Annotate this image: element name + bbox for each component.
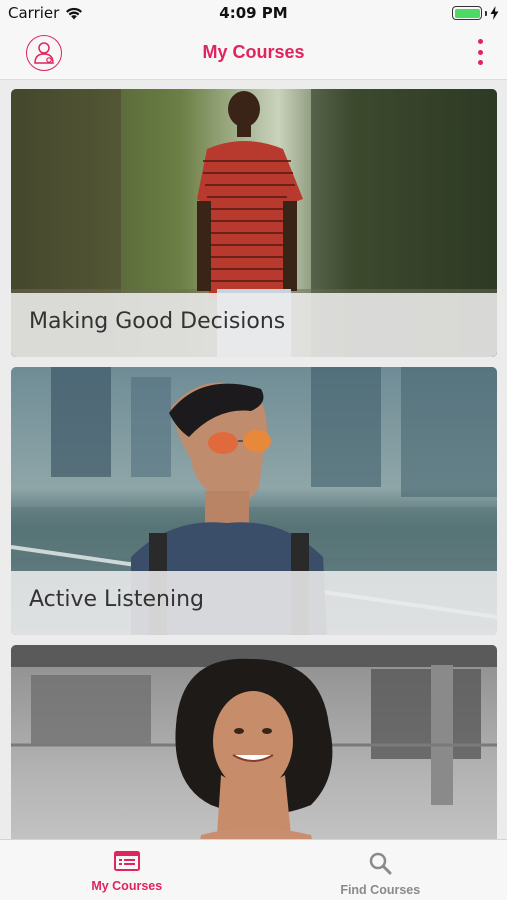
course-card[interactable] xyxy=(11,645,497,839)
battery-icon xyxy=(452,6,482,20)
tab-my-courses[interactable]: My Courses xyxy=(0,840,254,900)
search-icon xyxy=(370,852,392,875)
tab-label: Find Courses xyxy=(340,883,421,897)
page-title: My Courses xyxy=(202,42,305,62)
course-title-bar: Active Listening xyxy=(11,571,497,635)
tab-find-courses[interactable]: Find Courses xyxy=(254,840,507,900)
course-photo xyxy=(11,645,497,839)
more-options-button[interactable] xyxy=(475,39,485,65)
course-title: Making Good Decisions xyxy=(29,309,286,334)
course-title-bar: Making Good Decisions xyxy=(11,293,497,357)
clock: 4:09 PM xyxy=(219,4,288,22)
tab-label: My Courses xyxy=(91,879,163,893)
charging-bolt-icon xyxy=(490,6,499,20)
courses-list-icon xyxy=(113,851,140,871)
tab-bar: My Courses Find Courses xyxy=(0,839,507,900)
status-bar: Carrier 4:09 PM xyxy=(0,0,507,28)
course-title: Active Listening xyxy=(29,587,205,612)
course-card[interactable]: Active Listening xyxy=(11,367,497,635)
course-list[interactable]: Making Good Decisions Active Listening xyxy=(0,81,507,839)
course-card[interactable]: Making Good Decisions xyxy=(11,89,497,357)
navigation-bar: My Courses xyxy=(0,28,507,80)
more-vertical-icon xyxy=(477,39,483,44)
battery-indicator xyxy=(452,6,499,20)
